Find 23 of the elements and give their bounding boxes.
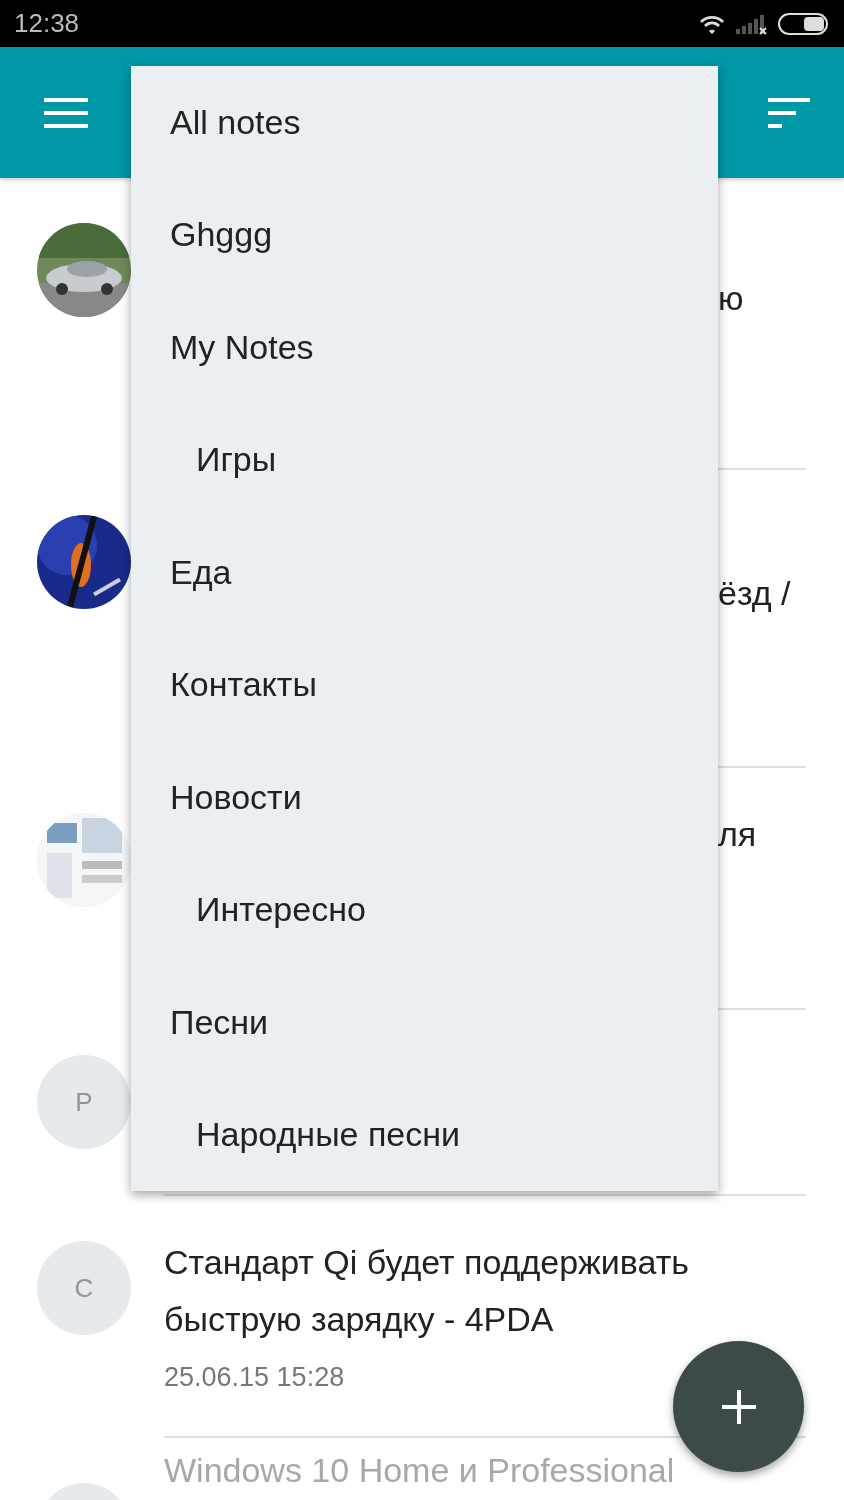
add-button[interactable] [673, 1341, 804, 1472]
menu-item[interactable]: Песни [131, 966, 718, 1079]
clock: 12:38 [14, 8, 80, 39]
avatar-letter: P [75, 1086, 93, 1118]
note-title: ля [718, 815, 757, 854]
menu-item[interactable]: Игры [131, 403, 718, 516]
avatar-letter: C [74, 1272, 94, 1304]
menu-item[interactable]: Ghggg [131, 178, 718, 291]
battery-icon [778, 12, 830, 35]
signal-icon [736, 12, 768, 35]
sort-icon[interactable] [768, 97, 810, 128]
note-title: ёзд / [718, 574, 791, 613]
plus-icon [721, 1389, 756, 1424]
menu-item[interactable]: Еда [131, 516, 718, 629]
menu-icon[interactable] [44, 97, 88, 128]
note-date: 25.06.15 15:28 [164, 1362, 346, 1393]
menu-item[interactable]: Новости [131, 741, 718, 854]
note-title[interactable]: Стандарт Qi будет поддерживать быструю зарядку - 4PDA [164, 1196, 806, 1348]
menu-item[interactable]: My Notes [131, 291, 718, 404]
menu-item[interactable]: Народные песни [131, 1078, 718, 1191]
menu-item[interactable]: Интересно [131, 853, 718, 966]
note-title: ю [718, 279, 744, 318]
menu-item[interactable]: Контакты [131, 628, 718, 741]
